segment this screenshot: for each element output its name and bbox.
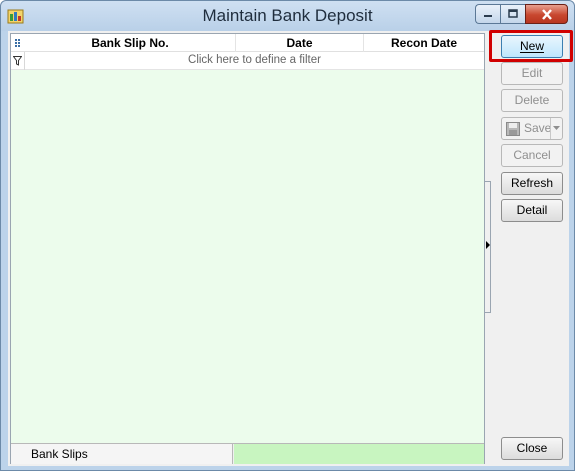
grid-header: Bank Slip No. Date Recon Date	[11, 34, 484, 52]
refresh-button[interactable]: Refresh	[501, 172, 563, 195]
save-button[interactable]: Save	[501, 117, 563, 140]
window-client-area: Bank Slip No. Date Recon Date Click here…	[8, 30, 573, 466]
bank-slips-grid: Bank Slip No. Date Recon Date Click here…	[10, 33, 485, 464]
footer-tab-bank-slips[interactable]: Bank Slips	[11, 444, 233, 464]
title-bar[interactable]: Maintain Bank Deposit	[1, 1, 574, 31]
filter-prompt[interactable]: Click here to define a filter	[25, 52, 484, 70]
new-button-label: New	[519, 39, 544, 53]
chevron-down-icon	[553, 126, 560, 130]
maintain-bank-deposit-window: Maintain Bank Deposit Bank Slip No. Date…	[0, 0, 575, 471]
column-header-bank-slip-no[interactable]: Bank Slip No.	[25, 34, 236, 52]
footer-tab-label: Bank Slips	[31, 447, 88, 461]
refresh-button-label: Refresh	[510, 176, 554, 190]
delete-button[interactable]: Delete	[501, 89, 563, 112]
filter-row[interactable]: Click here to define a filter	[11, 52, 484, 70]
window-controls	[475, 4, 568, 24]
grid-body[interactable]	[11, 70, 484, 441]
save-button-label: Save	[524, 121, 552, 135]
maximize-button[interactable]	[500, 4, 525, 24]
close-button[interactable]: Close	[501, 437, 563, 460]
floppy-disk-icon	[506, 122, 520, 136]
detail-button-label: Detail	[516, 203, 548, 217]
grid-footer: Bank Slips	[11, 443, 484, 464]
column-header-date[interactable]: Date	[236, 34, 364, 52]
detail-button[interactable]: Detail	[501, 199, 563, 222]
minimize-button[interactable]	[475, 4, 500, 24]
maximize-icon	[508, 9, 518, 18]
edit-button-label: Edit	[521, 66, 543, 80]
edit-button[interactable]: Edit	[501, 62, 563, 85]
delete-button-label: Delete	[514, 93, 550, 107]
cancel-button[interactable]: Cancel	[501, 144, 563, 167]
column-chooser-icon[interactable]	[11, 34, 25, 52]
close-button-label: Close	[516, 441, 548, 455]
column-header-recon-date[interactable]: Recon Date	[364, 34, 484, 52]
filter-icon	[11, 52, 25, 70]
minimize-icon	[484, 15, 492, 17]
new-button[interactable]: New	[501, 35, 563, 58]
close-icon	[541, 8, 552, 20]
footer-summary-area	[234, 444, 484, 464]
cancel-button-label: Cancel	[513, 148, 551, 162]
chevron-right-icon[interactable]	[485, 241, 491, 251]
save-dropdown-arrow[interactable]	[550, 118, 562, 139]
close-window-button[interactable]	[525, 4, 568, 24]
